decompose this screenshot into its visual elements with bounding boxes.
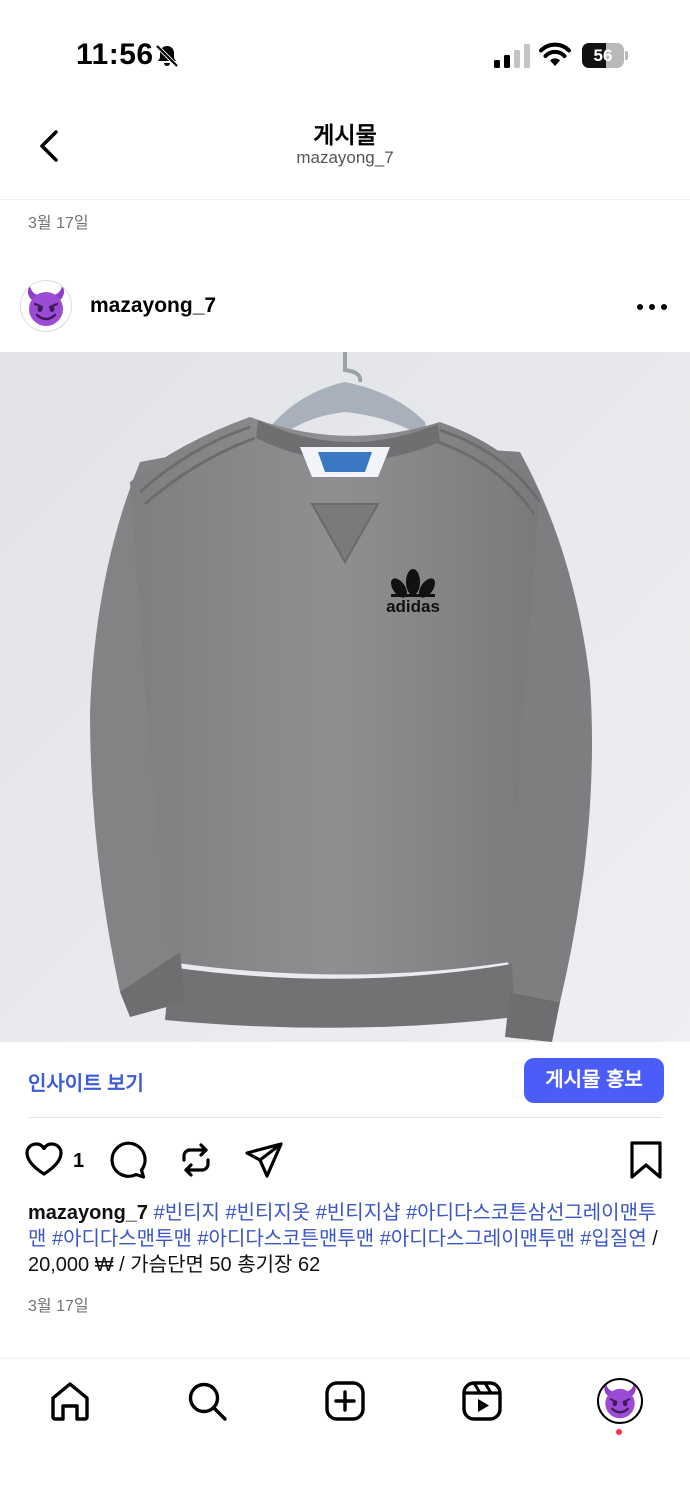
- post-actions: 1: [0, 1138, 690, 1184]
- promote-post-button[interactable]: 게시물 홍보: [524, 1058, 664, 1103]
- post-image[interactable]: adidas: [0, 352, 690, 1042]
- battery-level: 56: [593, 46, 613, 65]
- sweatshirt-photo: adidas: [0, 352, 690, 1042]
- wifi-icon: [539, 42, 571, 66]
- brand-logo-text: adidas: [386, 597, 440, 616]
- view-insights-link[interactable]: 인사이트 보기: [28, 1067, 144, 1096]
- profile-avatar[interactable]: [597, 1378, 643, 1424]
- divider: [28, 1117, 662, 1118]
- more-horizontal-icon[interactable]: [632, 296, 672, 318]
- status-bar: 11:56 56: [0, 0, 690, 100]
- page-title: 게시물: [313, 122, 377, 148]
- post-header: mazayong_7: [0, 276, 690, 340]
- page-subtitle: mazayong_7: [296, 148, 394, 167]
- bookmark-icon[interactable]: [626, 1140, 666, 1180]
- post-username[interactable]: mazayong_7: [90, 294, 216, 318]
- avatar[interactable]: [20, 280, 72, 332]
- smiling-devil-emoji: [604, 1383, 636, 1419]
- post-date-top: 3월 17일: [28, 215, 89, 232]
- insights-row: 인사이트 보기 게시물 홍보: [0, 1042, 690, 1118]
- caption-username[interactable]: mazayong_7: [28, 1202, 148, 1224]
- home-icon[interactable]: [48, 1379, 92, 1423]
- status-time: 11:56: [76, 38, 154, 71]
- search-icon[interactable]: [185, 1379, 229, 1423]
- smiling-devil-emoji: [27, 286, 65, 326]
- post-caption: mazayong_7 #빈티지 #빈티지옷 #빈티지샵 #아디다스코튼삼선그레이…: [28, 1200, 664, 1278]
- share-icon[interactable]: [244, 1140, 284, 1180]
- create-post-icon[interactable]: [323, 1379, 367, 1423]
- comment-icon[interactable]: [107, 1140, 147, 1180]
- battery-icon: 56: [582, 43, 628, 68]
- notification-dot: [616, 1429, 622, 1435]
- cellular-signal-icon: [494, 44, 530, 68]
- bottom-tab-bar: [0, 1358, 690, 1500]
- nav-header: 게시물 mazayong_7: [0, 100, 690, 200]
- heart-icon[interactable]: [24, 1140, 64, 1180]
- post-date-bottom: 3월 17일: [28, 1298, 89, 1315]
- like-count[interactable]: 1: [73, 1150, 84, 1173]
- reels-icon[interactable]: [460, 1379, 504, 1423]
- bell-slash-icon: [155, 44, 179, 68]
- repost-icon[interactable]: [176, 1140, 216, 1180]
